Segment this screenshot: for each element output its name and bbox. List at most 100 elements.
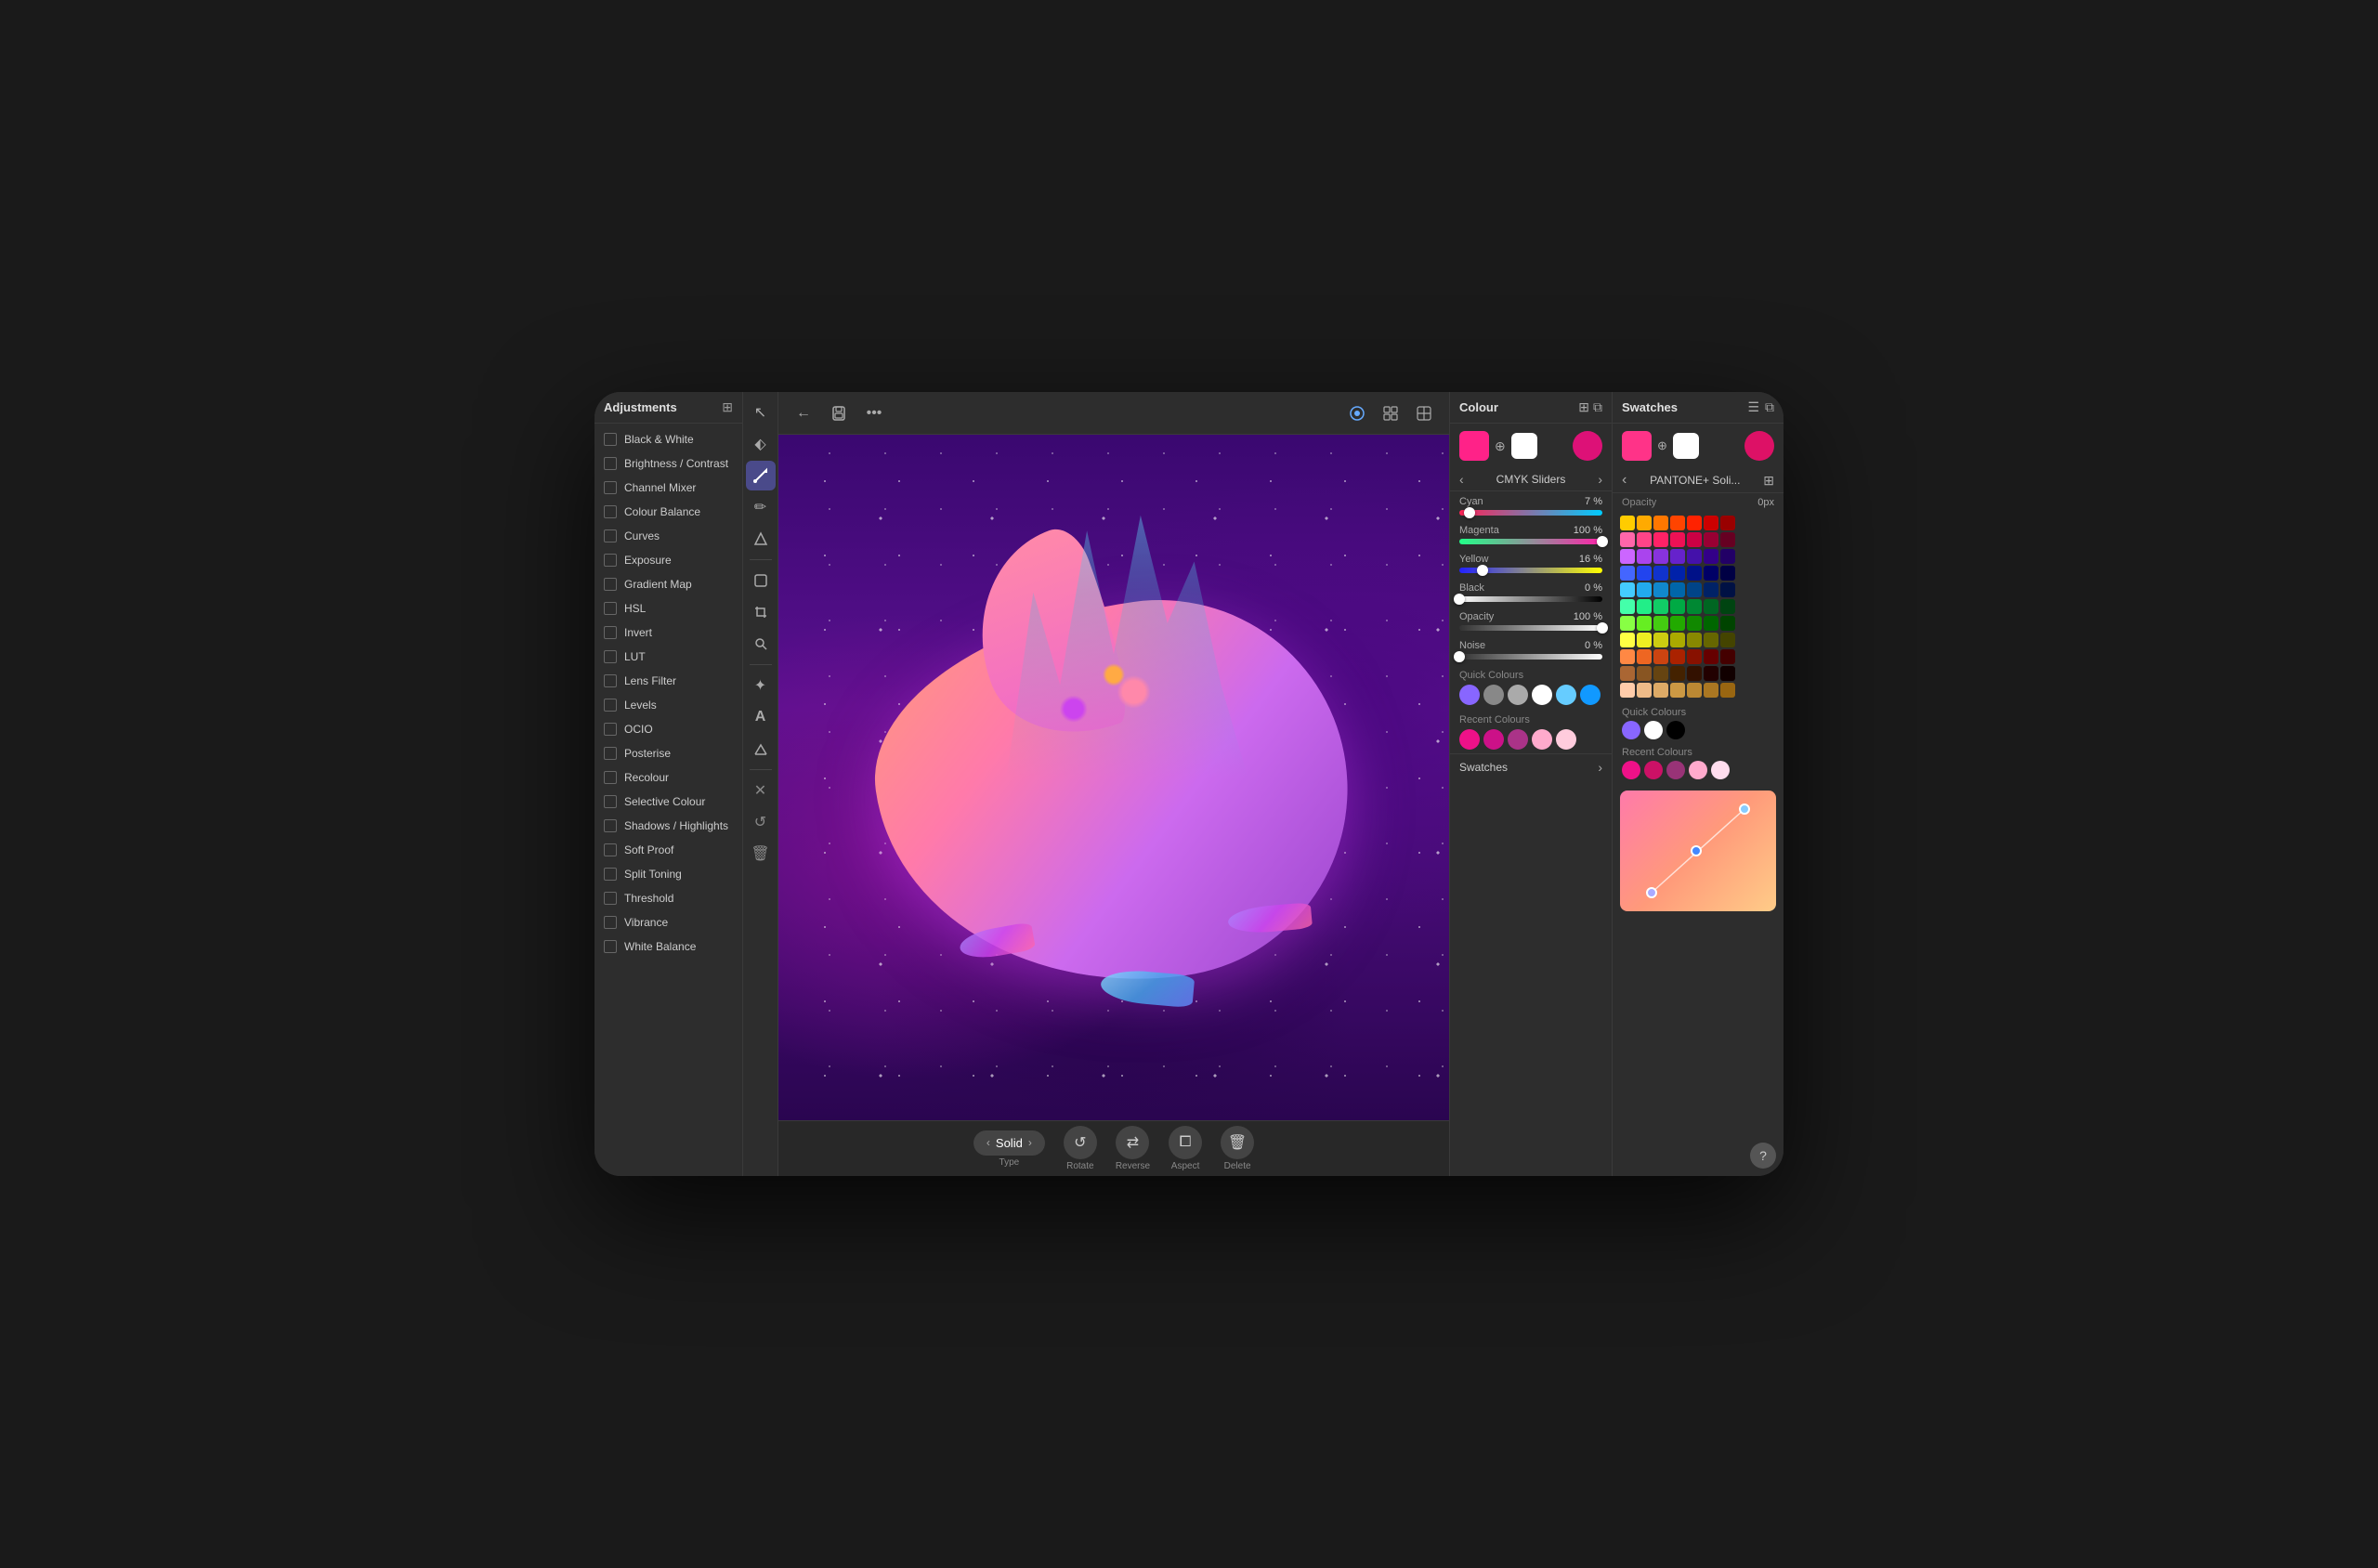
adj-checkbox[interactable] bbox=[604, 723, 617, 736]
cg-swatch-1-3[interactable] bbox=[1670, 532, 1685, 547]
cg-swatch-7-5[interactable] bbox=[1704, 633, 1718, 647]
sp-recent-swatch-1[interactable] bbox=[1644, 761, 1663, 779]
back-button[interactable]: ← bbox=[790, 399, 817, 427]
adj-item[interactable]: Soft Proof bbox=[594, 838, 742, 862]
tool-effects[interactable]: ✦ bbox=[746, 671, 776, 700]
tool-brush[interactable] bbox=[746, 461, 776, 490]
adj-item[interactable]: Channel Mixer bbox=[594, 476, 742, 500]
sp-quick-swatch-1[interactable] bbox=[1644, 721, 1663, 739]
reverse-button[interactable]: ⇄ bbox=[1116, 1126, 1149, 1159]
cg-swatch-6-4[interactable] bbox=[1687, 616, 1702, 631]
cg-swatch-4-3[interactable] bbox=[1670, 582, 1685, 597]
cg-swatch-5-3[interactable] bbox=[1670, 599, 1685, 614]
tool-erase[interactable] bbox=[746, 734, 776, 764]
tool-zoom[interactable] bbox=[746, 629, 776, 659]
adj-item[interactable]: White Balance bbox=[594, 934, 742, 959]
cg-swatch-9-4[interactable] bbox=[1687, 666, 1702, 681]
adj-checkbox[interactable] bbox=[604, 892, 617, 905]
cg-swatch-5-0[interactable] bbox=[1620, 599, 1635, 614]
cg-swatch-0-5[interactable] bbox=[1704, 516, 1718, 530]
tool-undo[interactable]: ↺ bbox=[746, 807, 776, 837]
cg-swatch-6-3[interactable] bbox=[1670, 616, 1685, 631]
adj-item[interactable]: LUT bbox=[594, 645, 742, 669]
tool-close[interactable]: ✕ bbox=[746, 776, 776, 805]
adj-item[interactable]: Exposure bbox=[594, 548, 742, 572]
recent-swatch-1[interactable] bbox=[1483, 729, 1504, 750]
cg-swatch-2-4[interactable] bbox=[1687, 549, 1702, 564]
adj-item[interactable]: Posterise bbox=[594, 741, 742, 765]
adj-item[interactable]: Lens Filter bbox=[594, 669, 742, 693]
cg-swatch-6-5[interactable] bbox=[1704, 616, 1718, 631]
cg-swatch-0-4[interactable] bbox=[1687, 516, 1702, 530]
cg-swatch-9-3[interactable] bbox=[1670, 666, 1685, 681]
adj-checkbox[interactable] bbox=[604, 699, 617, 712]
cmyk-prev-icon[interactable]: ‹ bbox=[1459, 472, 1464, 487]
cg-swatch-8-5[interactable] bbox=[1704, 649, 1718, 664]
adj-checkbox[interactable] bbox=[604, 674, 617, 687]
quick-swatch-0[interactable] bbox=[1459, 685, 1480, 705]
cg-swatch-5-6[interactable] bbox=[1720, 599, 1735, 614]
cg-swatch-4-1[interactable] bbox=[1637, 582, 1652, 597]
cg-swatch-1-6[interactable] bbox=[1720, 532, 1735, 547]
tool-paint[interactable] bbox=[746, 524, 776, 554]
cg-swatch-3-1[interactable] bbox=[1637, 566, 1652, 581]
adj-checkbox[interactable] bbox=[604, 626, 617, 639]
adj-checkbox[interactable] bbox=[604, 771, 617, 784]
sp-fg-swatch[interactable] bbox=[1744, 431, 1774, 461]
cg-swatch-3-4[interactable] bbox=[1687, 566, 1702, 581]
adj-checkbox[interactable] bbox=[604, 795, 617, 808]
sp-recent-swatch-4[interactable] bbox=[1711, 761, 1730, 779]
cg-swatch-6-1[interactable] bbox=[1637, 616, 1652, 631]
cg-swatch-3-5[interactable] bbox=[1704, 566, 1718, 581]
cg-swatch-8-1[interactable] bbox=[1637, 649, 1652, 664]
cg-swatch-0-0[interactable] bbox=[1620, 516, 1635, 530]
slider-track-3[interactable] bbox=[1459, 596, 1602, 602]
sp-quick-swatch-0[interactable] bbox=[1622, 721, 1640, 739]
sp-recent-swatch-2[interactable] bbox=[1666, 761, 1685, 779]
cg-swatch-2-1[interactable] bbox=[1637, 549, 1652, 564]
cg-swatch-3-6[interactable] bbox=[1720, 566, 1735, 581]
adj-item[interactable]: Brightness / Contrast bbox=[594, 451, 742, 476]
adj-checkbox[interactable] bbox=[604, 916, 617, 929]
swatches-settings-icon[interactable]: ⧉ bbox=[1765, 399, 1774, 415]
adj-checkbox[interactable] bbox=[604, 554, 617, 567]
cg-swatch-8-4[interactable] bbox=[1687, 649, 1702, 664]
cg-swatch-6-6[interactable] bbox=[1720, 616, 1735, 631]
cg-swatch-5-4[interactable] bbox=[1687, 599, 1702, 614]
adjustments-menu-icon[interactable]: ⊞ bbox=[722, 399, 733, 415]
view-btn-1[interactable] bbox=[1343, 399, 1371, 427]
sp-quick-swatch-2[interactable] bbox=[1666, 721, 1685, 739]
adj-item[interactable]: OCIO bbox=[594, 717, 742, 741]
save-button[interactable] bbox=[825, 399, 853, 427]
adj-checkbox[interactable] bbox=[604, 433, 617, 446]
tool-select[interactable]: ↖ bbox=[746, 398, 776, 427]
cg-swatch-4-5[interactable] bbox=[1704, 582, 1718, 597]
help-button[interactable]: ? bbox=[1750, 1143, 1776, 1169]
swatches-nav[interactable]: Swatches › bbox=[1450, 753, 1612, 780]
recent-swatch-4[interactable] bbox=[1556, 729, 1576, 750]
solid-button[interactable]: ‹ Solid › bbox=[973, 1130, 1045, 1156]
cg-swatch-4-6[interactable] bbox=[1720, 582, 1735, 597]
adj-checkbox[interactable] bbox=[604, 868, 617, 881]
cg-swatch-5-2[interactable] bbox=[1653, 599, 1668, 614]
cg-swatch-0-1[interactable] bbox=[1637, 516, 1652, 530]
adj-item[interactable]: Black & White bbox=[594, 427, 742, 451]
cg-swatch-8-3[interactable] bbox=[1670, 649, 1685, 664]
cg-swatch-0-6[interactable] bbox=[1720, 516, 1735, 530]
cg-swatch-5-1[interactable] bbox=[1637, 599, 1652, 614]
foreground-swatch[interactable] bbox=[1573, 431, 1602, 461]
slider-thumb-3[interactable] bbox=[1454, 594, 1465, 605]
cg-swatch-9-5[interactable] bbox=[1704, 666, 1718, 681]
canvas-wrapper[interactable] bbox=[778, 435, 1449, 1120]
recent-swatch-3[interactable] bbox=[1532, 729, 1552, 750]
adj-checkbox[interactable] bbox=[604, 578, 617, 591]
pantone-prev-icon[interactable]: ‹ bbox=[1622, 472, 1627, 489]
cg-swatch-7-1[interactable] bbox=[1637, 633, 1652, 647]
eyedropper-icon[interactable]: ⊕ bbox=[1495, 438, 1506, 454]
cg-swatch-7-0[interactable] bbox=[1620, 633, 1635, 647]
tool-crop[interactable] bbox=[746, 597, 776, 627]
view-btn-3[interactable] bbox=[1410, 399, 1438, 427]
cg-swatch-3-2[interactable] bbox=[1653, 566, 1668, 581]
adj-item[interactable]: Vibrance bbox=[594, 910, 742, 934]
tool-delete[interactable]: 🗑 bbox=[746, 839, 776, 869]
